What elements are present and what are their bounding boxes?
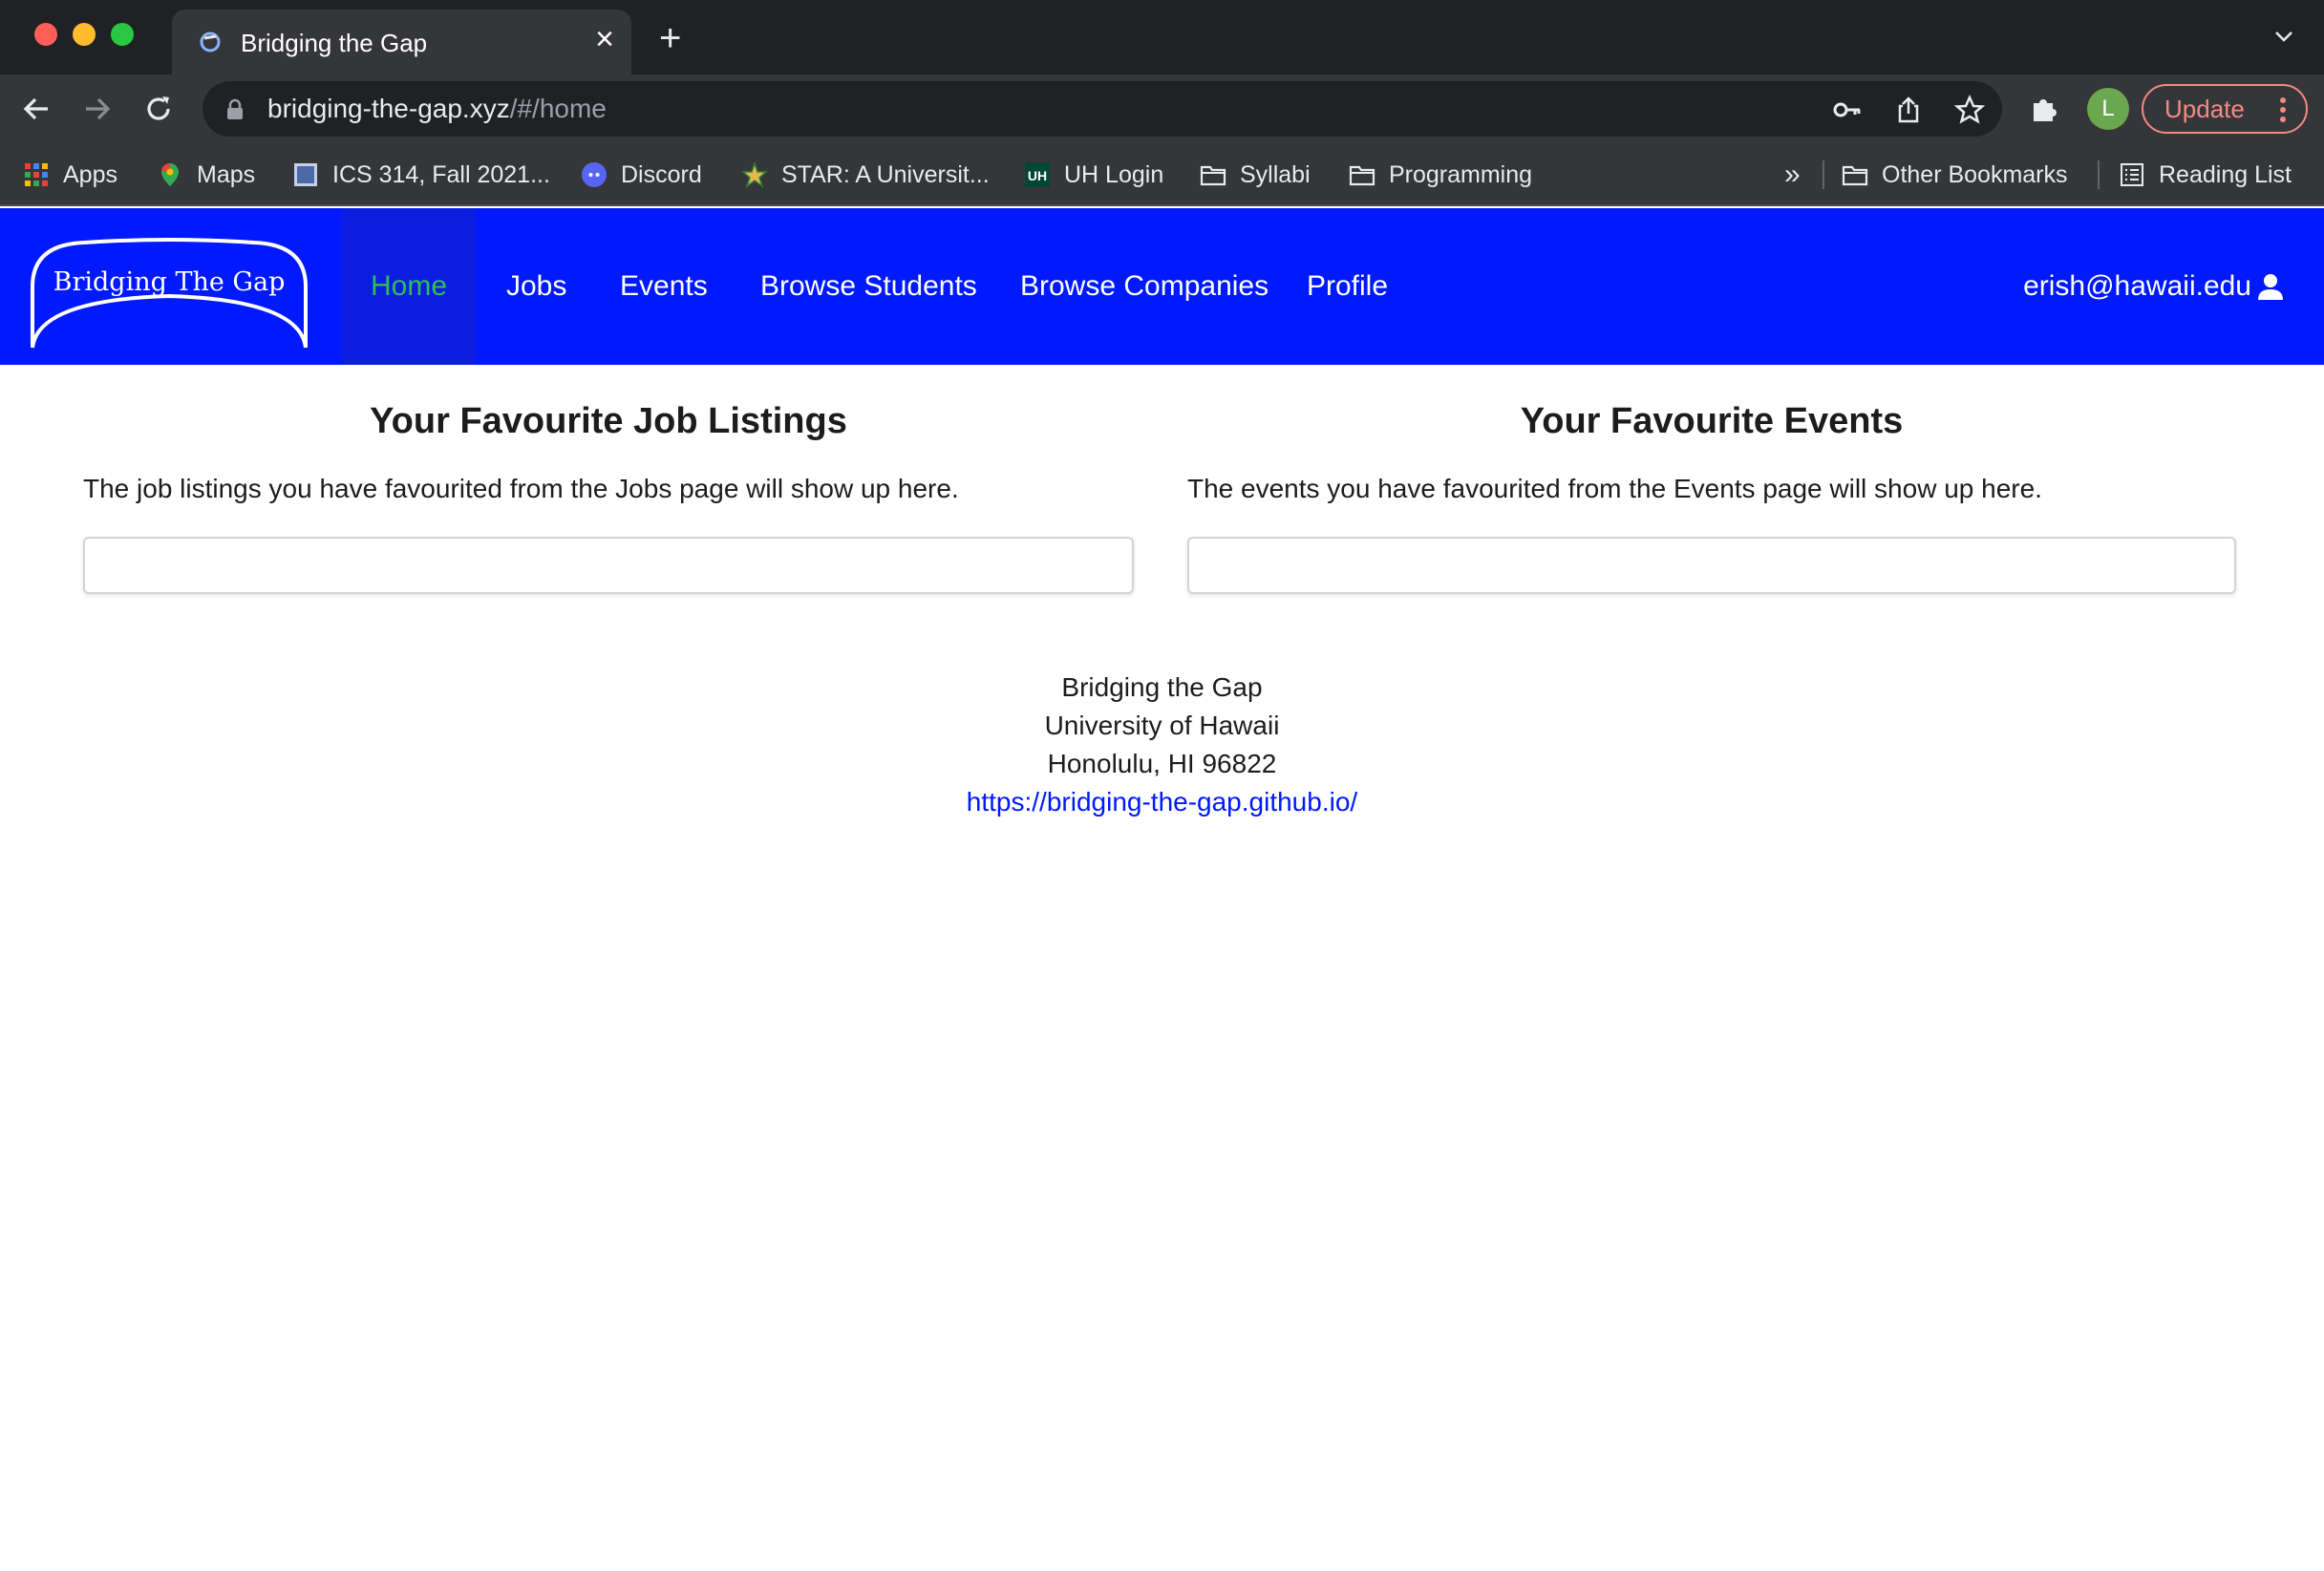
- bookmark-uh-login[interactable]: UH UH Login: [1024, 143, 1163, 206]
- footer-name: Bridging the Gap: [1061, 672, 1263, 702]
- footer-address: Honolulu, HI 96822: [1047, 749, 1277, 778]
- bookmark-label: Maps: [197, 160, 256, 188]
- new-tab-button[interactable]: +: [659, 19, 681, 57]
- folder-icon: [1349, 165, 1375, 186]
- nav-events[interactable]: Events: [620, 208, 708, 365]
- bookmark-label: Apps: [63, 160, 117, 188]
- page-icon: [294, 163, 317, 186]
- bookmark-label: Discord: [621, 160, 702, 188]
- bookmark-label: STAR: A Universit...: [781, 160, 990, 188]
- footer-university: University of Hawaii: [1044, 711, 1280, 740]
- reload-icon[interactable]: [141, 92, 176, 126]
- bookmark-syllabi[interactable]: Syllabi: [1200, 143, 1311, 206]
- nav-browse-students[interactable]: Browse Students: [760, 208, 977, 365]
- bookmark-label: Programming: [1389, 160, 1533, 188]
- window-close-button[interactable]: [34, 23, 57, 46]
- reading-list-button[interactable]: Reading List: [2119, 143, 2292, 206]
- back-arrow-icon[interactable]: [19, 92, 53, 126]
- profile-avatar[interactable]: L: [2087, 88, 2129, 130]
- browser-tab-active[interactable]: Bridging the Gap ×: [172, 10, 631, 74]
- nav-jobs-label: Jobs: [506, 270, 567, 302]
- browser-toolbar: bridging-the-gap.xyz/#/home L Update: [0, 74, 2324, 143]
- favourite-events-list: [1187, 537, 2236, 594]
- nav-events-label: Events: [620, 270, 708, 302]
- nav-browse-companies-label: Browse Companies: [1020, 270, 1269, 302]
- footer: Bridging the Gap University of Hawaii Ho…: [0, 669, 2324, 821]
- brand-text: Bridging The Gap: [53, 267, 286, 297]
- uh-icon: UH: [1025, 162, 1050, 187]
- favourite-jobs-list: [83, 537, 1134, 594]
- maps-pin-icon: [161, 163, 179, 186]
- bookmark-other-bookmarks[interactable]: Other Bookmarks: [1842, 143, 2068, 206]
- bookmark-label: UH Login: [1064, 160, 1164, 188]
- nav-profile-label: Profile: [1307, 270, 1389, 302]
- bookmark-star-icon[interactable]: [1954, 95, 1985, 125]
- bookmarks-bar: Apps Maps ICS 314, Fall 2021... Discord …: [0, 143, 2324, 206]
- app-navbar: Bridging The Gap Home Jobs Events Browse…: [0, 208, 2324, 365]
- lock-icon[interactable]: [225, 98, 245, 121]
- overflow-chevron-icon: »: [1784, 159, 1801, 190]
- folder-icon: [1200, 165, 1226, 186]
- browser-tab-strip: Bridging the Gap × +: [0, 0, 2324, 74]
- url-host: bridging-the-gap.xyz: [267, 94, 510, 123]
- bookmarks-overflow-button[interactable]: »: [1784, 143, 1801, 206]
- update-button[interactable]: Update: [2142, 84, 2308, 134]
- tab-title: Bridging the Gap: [241, 29, 428, 57]
- address-bar[interactable]: bridging-the-gap.xyz/#/home: [203, 81, 2002, 137]
- key-icon[interactable]: [1832, 95, 1863, 125]
- favourite-jobs-description: The job listings you have favourited fro…: [83, 474, 959, 503]
- discord-icon: [582, 162, 607, 187]
- brand-logo[interactable]: Bridging The Gap: [27, 233, 311, 353]
- bookmark-discord[interactable]: Discord: [581, 143, 702, 206]
- url-path: /#/home: [509, 94, 607, 123]
- tab-close-icon[interactable]: ×: [595, 23, 614, 55]
- favourite-events-title: Your Favourite Events: [1520, 401, 1904, 441]
- svg-text:UH: UH: [1028, 168, 1047, 183]
- url-text[interactable]: bridging-the-gap.xyz/#/home: [267, 94, 607, 124]
- bookmark-label: Syllabi: [1240, 160, 1311, 188]
- forward-arrow-icon[interactable]: [80, 92, 115, 126]
- bookmark-label: ICS 314, Fall 2021...: [332, 160, 550, 188]
- nav-browse-students-label: Browse Students: [760, 270, 977, 302]
- star-icon: [741, 161, 768, 188]
- bookmarks-divider: [2098, 160, 2100, 189]
- window-minimize-button[interactable]: [73, 23, 96, 46]
- nav-jobs[interactable]: Jobs: [506, 208, 566, 365]
- reading-list-icon: [2121, 163, 2143, 186]
- favourite-jobs-title: Your Favourite Job Listings: [370, 401, 847, 441]
- bookmark-label: Other Bookmarks: [1882, 160, 2068, 188]
- bookmark-star[interactable]: STAR: A Universit...: [741, 143, 990, 206]
- more-menu-icon[interactable]: [2279, 97, 2287, 122]
- nav-profile[interactable]: Profile: [1307, 208, 1388, 365]
- site-favicon-icon: [200, 32, 221, 53]
- bookmark-programming[interactable]: Programming: [1349, 143, 1532, 206]
- share-icon[interactable]: [1893, 95, 1924, 125]
- bookmarks-divider: [1823, 160, 1824, 189]
- nav-home-label: Home: [370, 270, 448, 302]
- bookmark-label: Reading List: [2159, 160, 2292, 188]
- bookmark-maps[interactable]: Maps: [157, 143, 255, 206]
- user-icon: [2258, 274, 2283, 300]
- nav-home[interactable]: Home: [342, 208, 476, 365]
- nav-browse-companies[interactable]: Browse Companies: [1020, 208, 1269, 365]
- extensions-puzzle-icon[interactable]: [2029, 92, 2061, 124]
- favourite-events-description: The events you have favourited from the …: [1187, 474, 2042, 503]
- folder-icon: [1842, 165, 1868, 186]
- window-zoom-button[interactable]: [111, 23, 134, 46]
- bookmark-ics314[interactable]: ICS 314, Fall 2021...: [292, 143, 550, 206]
- bookmark-apps[interactable]: Apps: [23, 143, 117, 206]
- user-menu[interactable]: erish@hawaii.edu: [2023, 208, 2286, 365]
- tab-search-chevron-icon[interactable]: [2272, 25, 2295, 48]
- footer-link[interactable]: https://bridging-the-gap.github.io/: [967, 787, 1357, 817]
- user-email: erish@hawaii.edu: [2023, 270, 2251, 302]
- update-label: Update: [2164, 95, 2245, 123]
- apps-grid-icon: [25, 163, 48, 186]
